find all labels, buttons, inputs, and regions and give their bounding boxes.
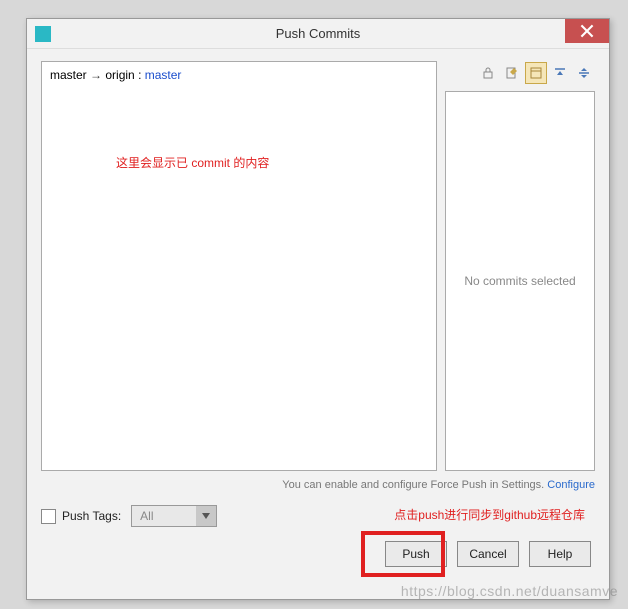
push-tags-value: All: [132, 509, 196, 523]
lock-toolbar-button[interactable]: [477, 62, 499, 84]
help-button[interactable]: Help: [529, 541, 591, 567]
close-button[interactable]: [565, 19, 609, 43]
cancel-button[interactable]: Cancel: [457, 541, 519, 567]
branch-line[interactable]: master → origin : master: [50, 68, 428, 82]
watermark: https://blog.csdn.net/duansamve: [401, 583, 618, 599]
dialog-content: master → origin : master 这里会显示已 commit 的…: [27, 49, 609, 577]
arrow-icon: →: [90, 68, 102, 82]
colon: :: [135, 68, 145, 82]
push-tags-label: Push Tags:: [62, 509, 121, 523]
commit-details-box: No commits selected: [445, 91, 595, 471]
window-title: Push Commits: [27, 26, 609, 41]
no-commits-label: No commits selected: [464, 274, 575, 288]
push-tags-option: Push Tags: All: [41, 505, 217, 527]
commits-tree-panel[interactable]: master → origin : master 这里会显示已 commit 的…: [41, 61, 437, 471]
options-row: Push Tags: All 点击push进行同步到github远程仓库: [41, 505, 595, 527]
edit-icon: [505, 66, 519, 80]
chevron-down-icon: [202, 513, 210, 519]
expand-toolbar-button[interactable]: [525, 62, 547, 84]
expand-icon: [529, 66, 543, 80]
annotation-left: 这里会显示已 commit 的内容: [116, 154, 269, 171]
hint-text: You can enable and configure Force Push …: [282, 479, 547, 491]
combo-arrow: [196, 506, 216, 526]
details-panel: No commits selected: [445, 61, 595, 471]
main-area: master → origin : master 这里会显示已 commit 的…: [41, 61, 595, 471]
push-commits-dialog: Push Commits master → origin : master 这里…: [26, 18, 610, 600]
collapse-toolbar-button[interactable]: [549, 62, 571, 84]
collapse-icon: [553, 66, 567, 80]
annotation-bottom: 点击push进行同步到github远程仓库: [394, 506, 585, 523]
group-toolbar-button[interactable]: [573, 62, 595, 84]
titlebar[interactable]: Push Commits: [27, 19, 609, 49]
push-tags-combo[interactable]: All: [131, 505, 217, 527]
push-tags-checkbox[interactable]: [41, 509, 56, 524]
buttons-row: Push Cancel Help: [41, 541, 595, 567]
close-icon: [580, 24, 594, 38]
remote-name: origin: [105, 68, 134, 82]
local-branch: master: [50, 68, 87, 82]
lock-icon: [481, 66, 495, 80]
force-push-hint: You can enable and configure Force Push …: [41, 479, 595, 491]
remote-branch: master: [145, 68, 182, 82]
details-toolbar: [445, 61, 595, 85]
push-button[interactable]: Push: [385, 541, 447, 567]
group-icon: [577, 66, 591, 80]
edit-toolbar-button[interactable]: [501, 62, 523, 84]
configure-link[interactable]: Configure: [547, 479, 595, 491]
